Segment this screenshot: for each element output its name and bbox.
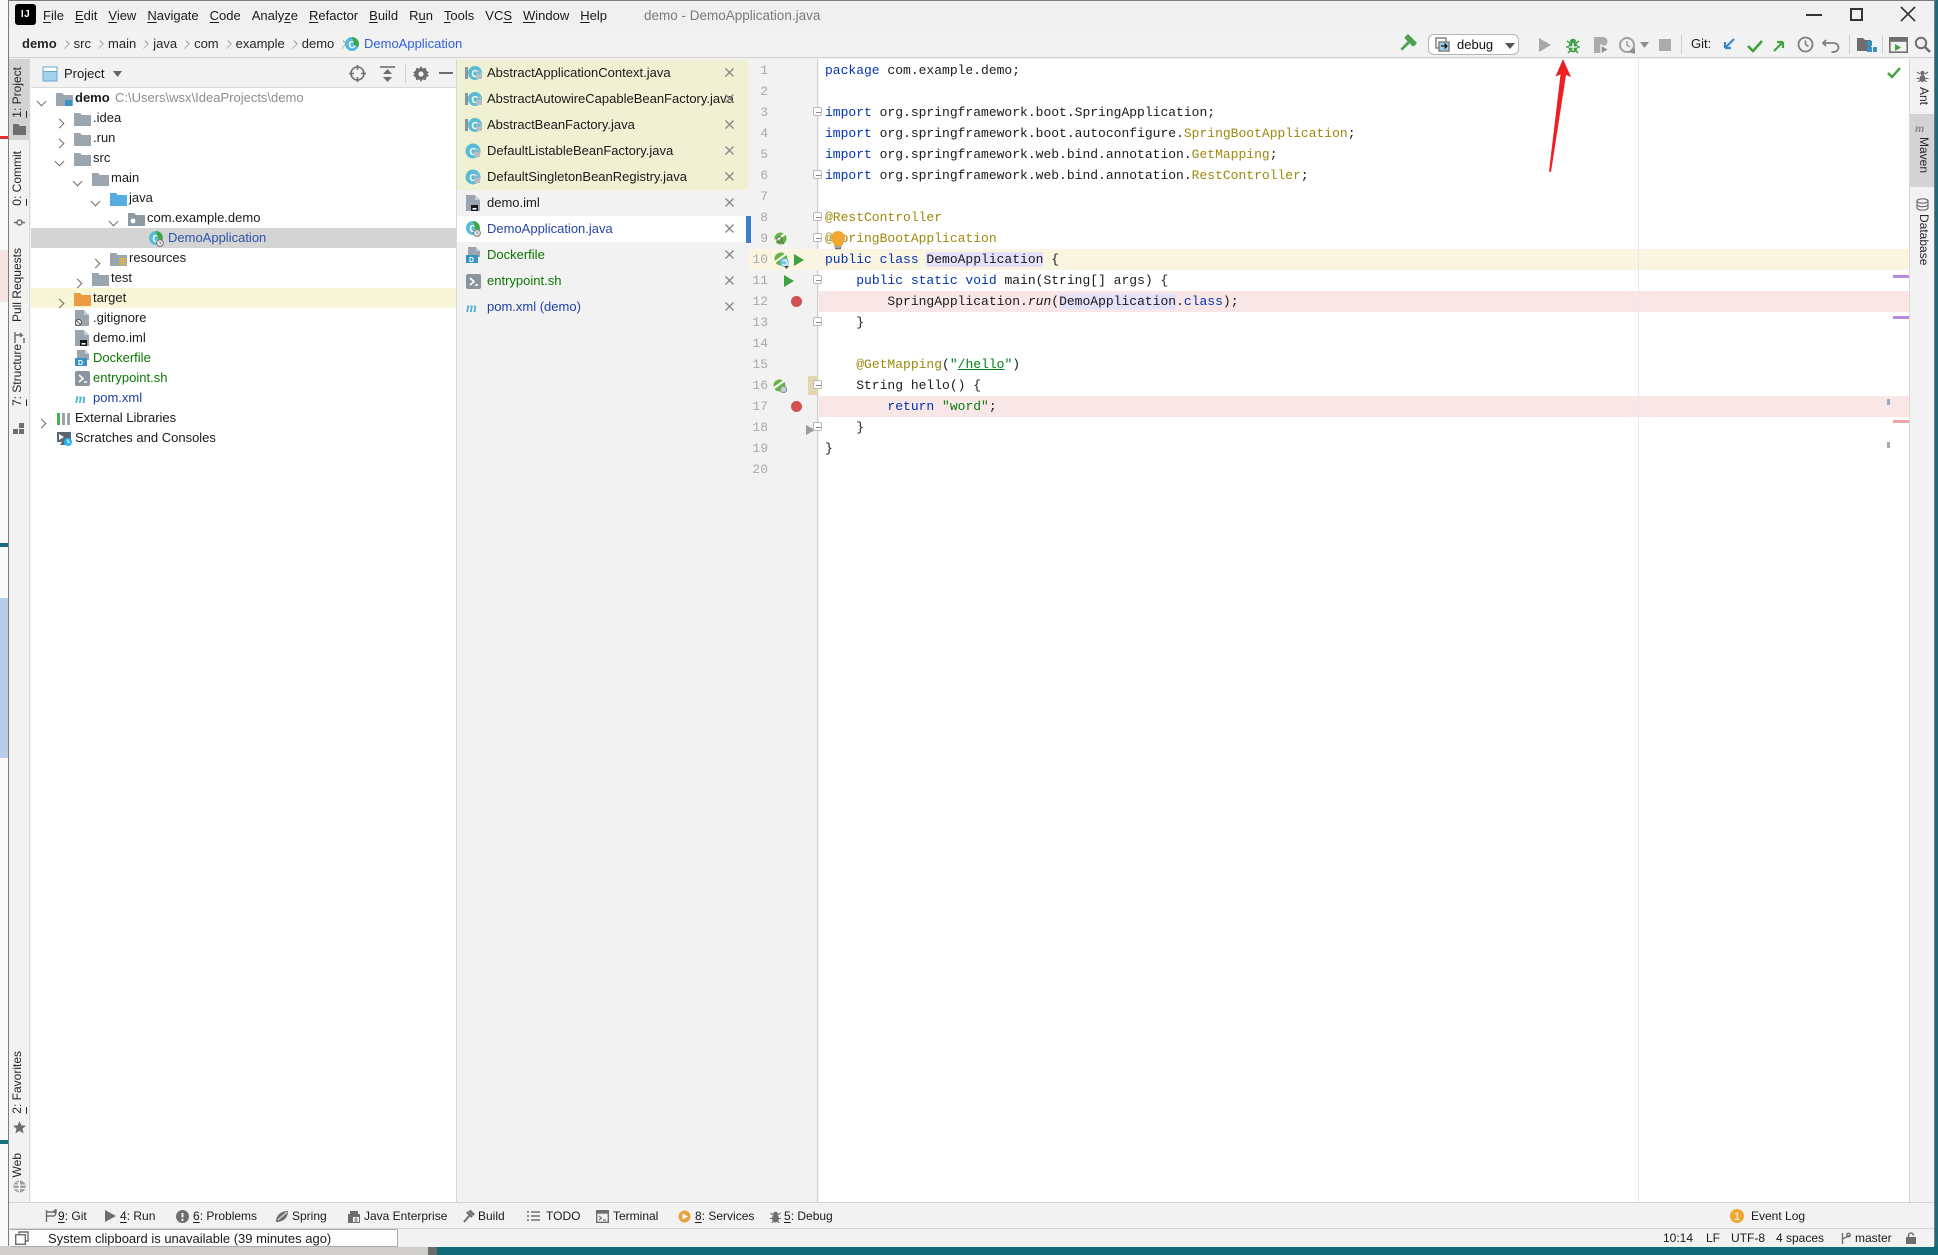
svg-text:D: D (469, 257, 474, 263)
svg-text:D: D (78, 360, 83, 366)
svg-text:1: 1 (1734, 1211, 1740, 1223)
svg-text:m: m (1915, 122, 1924, 133)
svg-text:m: m (75, 392, 86, 404)
svg-text:m: m (466, 301, 477, 314)
